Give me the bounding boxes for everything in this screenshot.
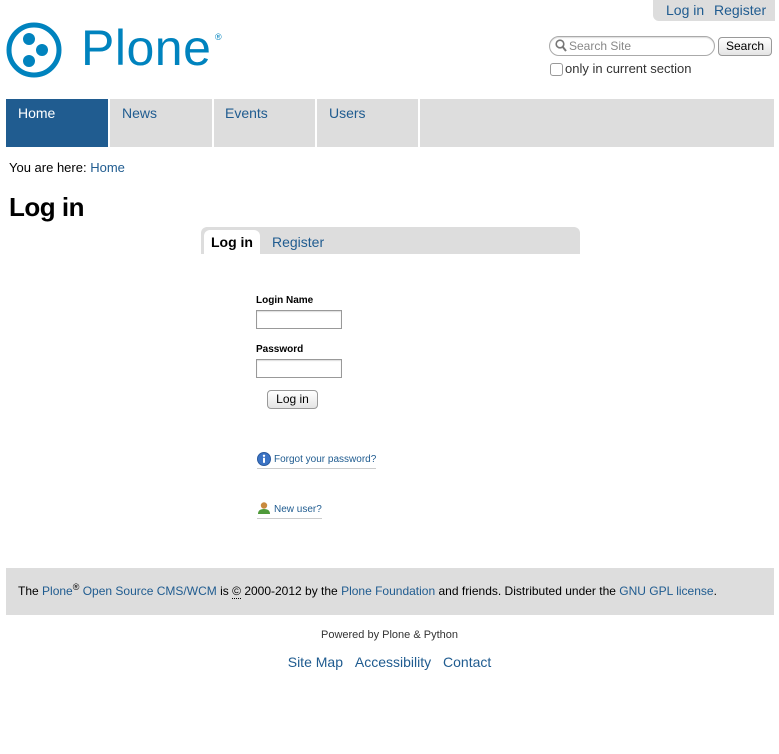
login-link[interactable]: Log in [666,0,704,20]
footer-colophon: The Plone® Open Source CMS/WCM is © 2000… [6,568,774,615]
forgot-password-link[interactable]: Forgot your password? [257,453,377,469]
breadcrumb-home-link[interactable]: Home [90,160,125,175]
footer-text: is [220,584,229,598]
footer-license-link[interactable]: GNU GPL license [619,584,713,598]
page-title: Log in [9,192,84,222]
search-icon [555,39,567,52]
login-name-label: Login Name [256,295,314,306]
password-label: Password [256,344,304,355]
nav-tab-users[interactable]: Users [317,99,418,147]
powered-by: Powered by Plone & Python [321,629,458,641]
tab-login[interactable]: Log in [204,230,260,254]
nav-tab-events[interactable]: Events [214,99,315,147]
new-user-link[interactable]: New user? [257,503,322,519]
tab-register[interactable]: Register [272,230,324,254]
contact-link[interactable]: Contact [443,654,491,670]
site-actions: Site Map Accessibility Contact [0,653,779,671]
login-submit-button[interactable]: Log in [267,390,318,409]
footer-text: The [18,584,39,598]
login-register-tabs: Log in Register [201,227,580,254]
nav-separator [418,99,420,147]
logo-text: Plone [81,20,212,76]
password-input[interactable] [256,359,342,378]
site-logo[interactable]: Plone ® [6,20,226,78]
footer-text: and friends. Distributed under the [438,584,616,598]
footer-registered-mark: ® [72,582,80,592]
footer-text: . [713,584,717,598]
nav-tab-home[interactable]: Home [6,99,108,147]
tab-register-label[interactable]: Register [272,234,324,250]
nav-tab-news[interactable]: News [110,99,212,147]
nav-tab-label: Users [329,105,366,121]
search-placeholder: Search Site [569,39,632,53]
breadcrumb-prefix: You are here: [9,160,87,175]
footer-foundation-link[interactable]: Plone Foundation [341,584,435,598]
footer-text: 2000-2012 by the [244,584,338,598]
copyright-symbol: © [232,584,241,599]
nav-tab-label: Home [18,105,56,121]
footer-plone-link[interactable]: Plone [42,584,73,598]
main-navigation: Home News Events Users [6,99,774,147]
login-name-input[interactable] [256,310,342,329]
plone-logo-icon [6,22,62,78]
personal-bar: Log in Register [653,0,775,21]
search-input[interactable]: Search Site [549,36,715,56]
breadcrumb: You are here: Home [9,159,125,176]
site-map-link[interactable]: Site Map [288,654,343,670]
nav-tab-label: News [122,105,158,121]
register-link[interactable]: Register [714,0,766,20]
accessibility-link[interactable]: Accessibility [355,654,431,670]
logo-registered-mark: ® [215,32,222,42]
search-button[interactable]: Search [718,37,772,56]
footer-cms-link[interactable]: Open Source CMS/WCM [83,584,217,598]
section-only-label: only in current section [565,61,692,76]
section-only-checkbox[interactable] [550,63,563,76]
nav-tab-label: Events [225,105,268,121]
